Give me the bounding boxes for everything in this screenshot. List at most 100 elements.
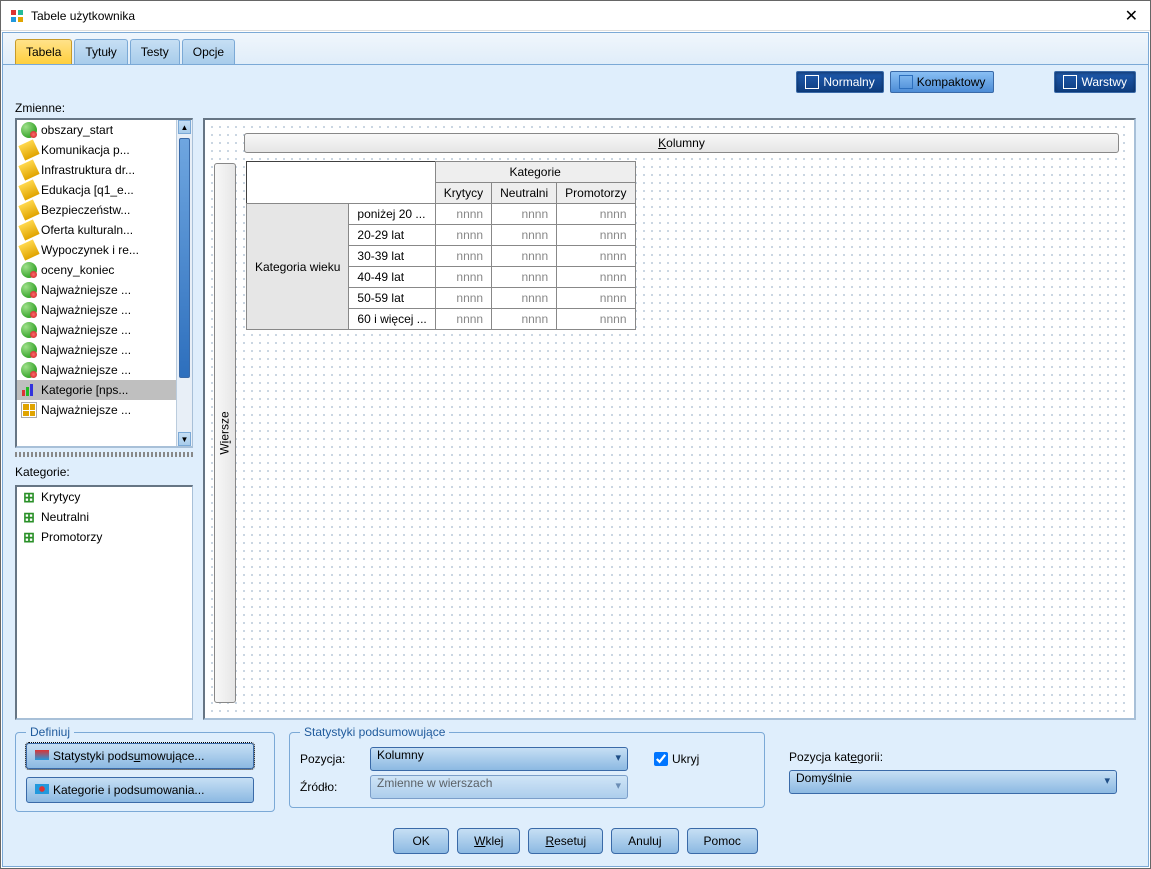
cancel-button[interactable]: Anuluj (611, 828, 678, 854)
grid-icon (805, 75, 819, 89)
scroll-up-icon[interactable]: ▲ (178, 120, 191, 134)
plus-icon: ⊞ (21, 489, 37, 505)
position-combo[interactable]: Kolumny (370, 747, 628, 771)
row-category-header: 40-49 lat (349, 267, 435, 288)
data-cell: nnnn (557, 246, 635, 267)
list-item[interactable]: Najważniejsze ... (17, 320, 192, 340)
list-item[interactable]: Najważniejsze ... (17, 280, 192, 300)
stats-icon (35, 750, 49, 760)
view-compact-button[interactable]: Kompaktowy (890, 71, 995, 93)
tab-opcje[interactable]: Opcje (182, 39, 235, 64)
content-area: Tabela Tytuły Testy Opcje Normalny Kompa… (2, 32, 1149, 867)
list-item-label: Kategorie [nps... (41, 383, 128, 397)
data-cell: nnnn (492, 204, 557, 225)
plus-icon: ⊞ (21, 529, 37, 545)
source-label: Źródło: (300, 780, 362, 794)
summary-stats-button[interactable]: Statystyki podsumowujące... (26, 743, 254, 769)
scroll-down-icon[interactable]: ▼ (178, 432, 191, 446)
nominal-icon (21, 122, 37, 138)
dialog-buttons: OK Wklej Resetuj Anuluj Pomoc (15, 828, 1136, 854)
list-item[interactable]: ⊞ Krytycy (17, 487, 192, 507)
list-item-label: Neutralni (41, 510, 89, 524)
data-cell: nnnn (435, 204, 491, 225)
list-item-label: Najważniejsze ... (41, 303, 131, 317)
data-cell: nnnn (557, 204, 635, 225)
hide-checkbox-wrap[interactable]: Ukryj (654, 752, 716, 766)
list-item[interactable]: ⊞Neutralni (17, 507, 192, 527)
categories-icon (35, 784, 49, 794)
data-cell: nnnn (557, 267, 635, 288)
scale-icon (18, 199, 39, 220)
list-item[interactable]: oceny_koniec (17, 260, 192, 280)
stats-legend: Statystyki podsumowujące (300, 725, 449, 739)
row-category-header: 20-29 lat (349, 225, 435, 246)
category-position-combo[interactable]: Domyślnie (789, 770, 1117, 794)
list-item[interactable]: Najważniejsze ... (17, 360, 192, 380)
data-cell: nnnn (557, 225, 635, 246)
list-item[interactable]: Oferta kulturaln... (17, 220, 192, 240)
data-cell: nnnn (492, 288, 557, 309)
view-normal-button[interactable]: Normalny (796, 71, 883, 93)
data-cell: nnnn (435, 309, 491, 330)
data-cell: nnnn (435, 225, 491, 246)
list-item[interactable]: Kategorie [nps... (17, 380, 192, 400)
table-canvas[interactable]: Kolumny Wiersze KategorieKrytycyNeutraln… (203, 118, 1136, 720)
tab-tytuly[interactable]: Tytuły (74, 39, 127, 64)
list-item[interactable]: Najważniejsze ... (17, 400, 192, 420)
paste-button[interactable]: Wklej (457, 828, 520, 854)
view-layers-button[interactable]: Warstwy (1054, 71, 1136, 93)
data-cell: nnnn (435, 246, 491, 267)
tab-tabela[interactable]: Tabela (15, 39, 72, 64)
list-item-label: oceny_koniec (41, 263, 114, 277)
definiuj-legend: Definiuj (26, 725, 74, 739)
tabs-bar: Tabela Tytuły Testy Opcje (3, 33, 1148, 65)
variables-list[interactable]: obszary_start Komunikacja p... Infrastrukt… (15, 118, 193, 448)
help-button[interactable]: Pomoc (687, 828, 758, 854)
list-item-label: obszary_start (41, 123, 113, 137)
list-item[interactable]: Najważniejsze ... (17, 340, 192, 360)
splitter-handle[interactable] (15, 452, 193, 457)
column-header: Promotorzy (557, 183, 635, 204)
view-mode-toolbar: Normalny Kompaktowy Warstwy (15, 71, 1136, 93)
ok-button[interactable]: OK (393, 828, 449, 854)
row-category-header: 50-59 lat (349, 288, 435, 309)
categories-list[interactable]: ⊞Krytycy⊞Neutralni⊞Promotorzy (15, 485, 193, 720)
definiuj-fieldset: Definiuj Statystyki podsumowujące... Kat… (15, 732, 275, 812)
list-item[interactable]: Bezpieczeństw... (17, 200, 192, 220)
list-item-label: Najważniejsze ... (41, 403, 131, 417)
reset-button[interactable]: Resetuj (528, 828, 603, 854)
source-combo: Zmienne w wierszach (370, 775, 628, 799)
list-item[interactable]: Najważniejsze ... (17, 300, 192, 320)
list-item-label: Najważniejsze ... (41, 363, 131, 377)
tab-testy[interactable]: Testy (130, 39, 180, 64)
position-label: Pozycja: (300, 752, 362, 766)
close-icon[interactable]: ✕ (1121, 6, 1142, 26)
window-title: Tabele użytkownika (31, 9, 1121, 23)
list-item[interactable]: Edukacja [q1_e... (17, 180, 192, 200)
list-item[interactable]: ⊞Promotorzy (17, 527, 192, 547)
rows-drop-zone[interactable]: Wiersze (214, 163, 236, 703)
list-item[interactable]: obszary_start (17, 120, 192, 140)
list-item[interactable]: Infrastruktura dr... (17, 160, 192, 180)
nominal-icon (21, 322, 37, 338)
list-item[interactable]: Komunikacja p... (17, 140, 192, 160)
layers-icon (1063, 75, 1077, 89)
category-position-label: Pozycja kategorii: (789, 750, 1117, 764)
categories-totals-button[interactable]: Kategorie i podsumowania... (26, 777, 254, 803)
data-cell: nnnn (492, 225, 557, 246)
list-item-label: Najważniejsze ... (41, 323, 131, 337)
list-item[interactable]: Wypoczynek i re... (17, 240, 192, 260)
scale-icon (18, 159, 39, 180)
list-item-label: Oferta kulturaln... (41, 223, 133, 237)
columns-drop-zone[interactable]: Kolumny (244, 133, 1119, 153)
column-header: Krytycy (435, 183, 491, 204)
hide-checkbox[interactable] (654, 752, 668, 766)
list-item-label: Krytycy (41, 490, 80, 504)
scroll-thumb[interactable] (179, 138, 190, 378)
scrollbar[interactable]: ▲ ▼ (176, 120, 192, 446)
row-variable-header: Kategoria wieku (247, 204, 349, 330)
scale-icon (18, 139, 39, 160)
nominal-icon (21, 342, 37, 358)
list-item-label: Komunikacja p... (41, 143, 130, 157)
list-item-label: Wypoczynek i re... (41, 243, 139, 257)
